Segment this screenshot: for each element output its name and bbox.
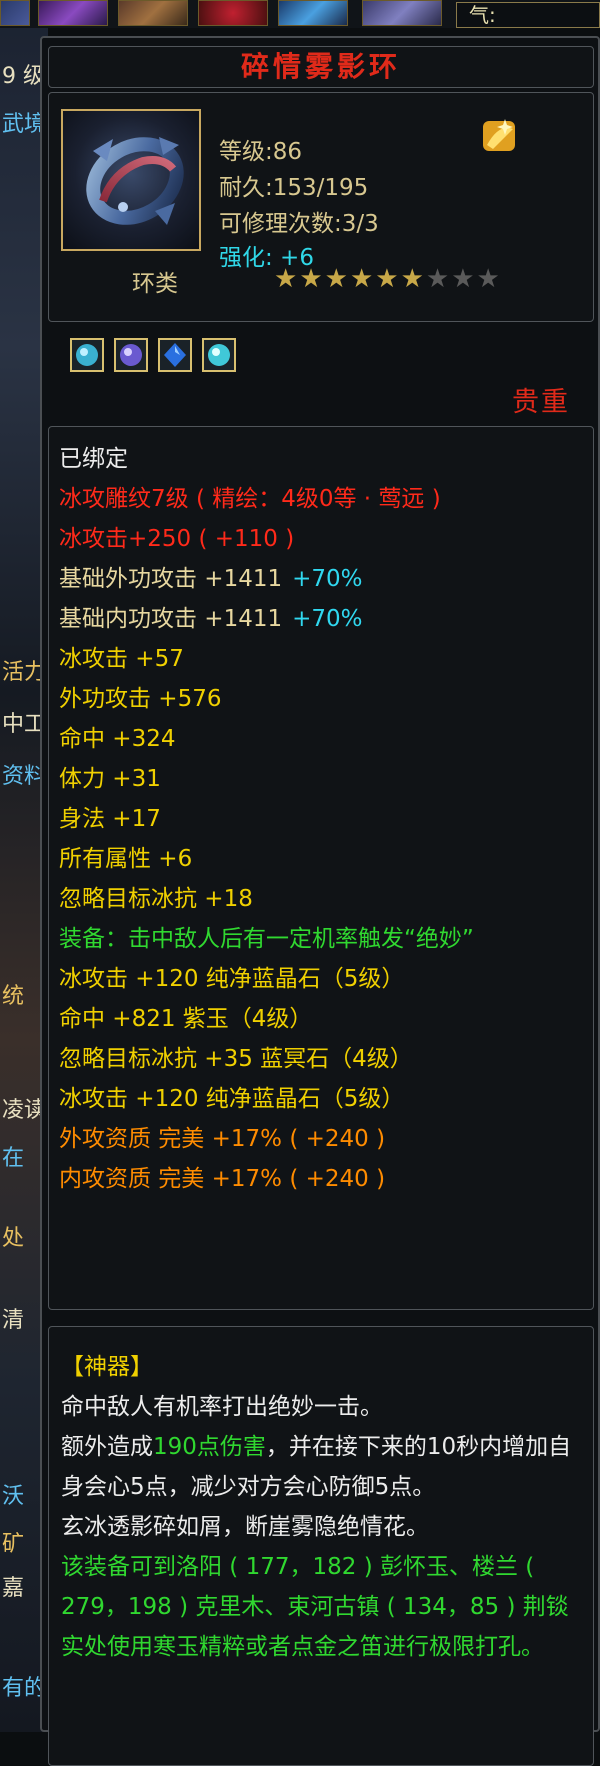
star-filled-icon: ★ — [400, 264, 426, 294]
qi-field: 气: — [456, 2, 600, 28]
star-filled-icon: ★ — [375, 264, 401, 294]
star-filled-icon: ★ — [299, 264, 325, 294]
stat-text: 所有属性 +6 — [59, 846, 193, 872]
stat-text: 命中 +821 紫玉（4级） — [59, 1006, 313, 1032]
damage-line: 额外造成190点伤害，并在接下来的10秒内增加自身会心5点，减少对方会心防御5点… — [61, 1427, 581, 1507]
skill-slot-1[interactable] — [0, 0, 30, 26]
blue-gem-icon[interactable] — [70, 338, 104, 372]
damage-highlight: 190点伤害 — [153, 1434, 266, 1460]
stat-text: 基础内功攻击 +1411 — [59, 606, 283, 632]
durability-line: 耐久:153/195 — [219, 175, 369, 201]
star-filled-icon: ★ — [349, 264, 376, 294]
stat-line: 冰攻击 +120 纯净蓝晶石（5级） — [59, 959, 589, 999]
repair-count-line: 可修理次数:3/3 — [219, 211, 379, 237]
stat-line: 体力 +31 — [59, 759, 589, 799]
damage-prefix: 额外造成 — [61, 1434, 153, 1460]
stat-line: 忽略目标冰抗 +18 — [59, 879, 589, 919]
stat-text: 忽略目标冰抗 +18 — [59, 886, 253, 912]
skill-slot-6[interactable] — [362, 0, 442, 26]
stat-text: 忽略目标冰抗 +35 蓝冥石（4级） — [59, 1046, 413, 1072]
stat-line: 外功攻击 +576 — [59, 679, 589, 719]
stat-text: 外攻资质 完美 +17% ( +240 ) — [59, 1126, 386, 1152]
stat-line: 所有属性 +6 — [59, 839, 589, 879]
stat-text: 外功攻击 +576 — [59, 686, 222, 712]
star-filled-icon: ★ — [274, 264, 300, 294]
stat-line: 基础外功攻击 +1411 +70% — [59, 559, 589, 599]
level-line: 等级:86 — [219, 139, 303, 165]
top-skill-bar: 气: — [0, 0, 600, 28]
item-title: 碎情雾影环 — [240, 50, 401, 83]
skill-slot-3[interactable] — [118, 0, 188, 26]
stat-bonus: +70% — [292, 606, 363, 632]
item-title-bar: 碎情雾影环 — [48, 46, 594, 88]
skill-slot-2[interactable] — [38, 0, 108, 26]
gold-sparkle-icon — [483, 119, 515, 151]
stat-line: 身法 +17 — [59, 799, 589, 839]
stat-line: 命中 +324 — [59, 719, 589, 759]
stat-line: 已绑定 — [59, 439, 589, 479]
stat-text: 体力 +31 — [59, 766, 161, 792]
stat-text: 冰攻雕纹7级 ( 精绘：4级0等 · 莺远 ) — [59, 486, 441, 512]
stat-text: 身法 +17 — [59, 806, 161, 832]
artifact-tag: 【神器】 — [61, 1354, 153, 1380]
description-panel: 【神器】 命中敌人有机率打出绝妙一击。 额外造成190点伤害，并在接下来的10秒… — [48, 1326, 594, 1766]
stat-line: 外攻资质 完美 +17% ( +240 ) — [59, 1119, 589, 1159]
stat-line: 冰攻击+250 ( +110 ) — [59, 519, 589, 559]
skill-slot-5[interactable] — [278, 0, 348, 26]
stats-panel: 已绑定冰攻雕纹7级 ( 精绘：4级0等 · 莺远 ) 冰攻击+250 ( +110… — [48, 426, 594, 1310]
stat-text: 内攻资质 完美 +17% ( +240 ) — [59, 1166, 386, 1192]
stat-line: 冰攻雕纹7级 ( 精绘：4级0等 · 莺远 ) — [59, 479, 589, 519]
stat-line: 装备：击中敌人后有一定机率触发“绝妙” — [59, 919, 589, 959]
stat-text: 命中 +324 — [59, 726, 176, 752]
cyan-gem-icon[interactable] — [202, 338, 236, 372]
effect-line: 命中敌人有机率打出绝妙一击。 — [61, 1394, 383, 1420]
poem-line: 玄冰透影碎如屑，断崖雾隐绝情花。 — [61, 1514, 429, 1540]
skill-slot-4[interactable] — [198, 0, 268, 26]
item-tooltip: 碎情雾影环 等级:86 耐久:153/195 可修理次数:3/3 强化: +6 … — [40, 36, 600, 1766]
stat-line: 内攻资质 完美 +17% ( +240 ) — [59, 1159, 589, 1199]
star-filled-icon: ★ — [324, 264, 350, 294]
stat-text: 冰攻击 +57 — [59, 646, 184, 672]
stat-line: 冰攻击 +57 — [59, 639, 589, 679]
stats-list: 已绑定冰攻雕纹7级 ( 精绘：4级0等 · 莺远 ) 冰攻击+250 ( +110… — [59, 439, 589, 1199]
description-body: 【神器】 命中敌人有机率打出绝妙一击。 额外造成190点伤害，并在接下来的10秒… — [61, 1347, 581, 1667]
star-empty-icon: ★ — [425, 264, 452, 294]
star-empty-icon: ★ — [476, 264, 502, 294]
star-rating: ★★★★★★★★★ — [274, 264, 502, 294]
stat-text: 已绑定 — [59, 446, 128, 472]
ring-item-icon — [61, 109, 201, 251]
stat-line: 冰攻击 +120 纯净蓝晶石（5级） — [59, 1079, 589, 1119]
stat-text: 冰攻击+250 ( +110 ) — [59, 526, 295, 552]
star-empty-icon: ★ — [451, 264, 477, 294]
item-category: 环类 — [132, 271, 178, 297]
stat-line: 基础内功攻击 +1411 +70% — [59, 599, 589, 639]
stat-line: 命中 +821 紫玉（4级） — [59, 999, 589, 1039]
stat-bonus: +70% — [292, 566, 363, 592]
stat-text: 基础外功攻击 +1411 — [59, 566, 283, 592]
purple-gem-icon[interactable] — [114, 338, 148, 372]
location-text: 该装备可到洛阳 ( 177，182 ) 彭怀玉、楼兰 ( 279，198 ) 克… — [61, 1554, 569, 1660]
stat-text: 冰攻击 +120 纯净蓝晶石（5级） — [59, 1086, 405, 1112]
qi-label: 气: — [469, 3, 496, 27]
stat-text: 冰攻击 +120 纯净蓝晶石（5级） — [59, 966, 405, 992]
stat-text: 装备：击中敌人后有一定机率触发“绝妙” — [59, 926, 474, 952]
quality-label: 贵重 — [512, 387, 570, 418]
stat-line: 忽略目标冰抗 +35 蓝冥石（4级） — [59, 1039, 589, 1079]
blue-crystal-icon[interactable] — [158, 338, 192, 372]
